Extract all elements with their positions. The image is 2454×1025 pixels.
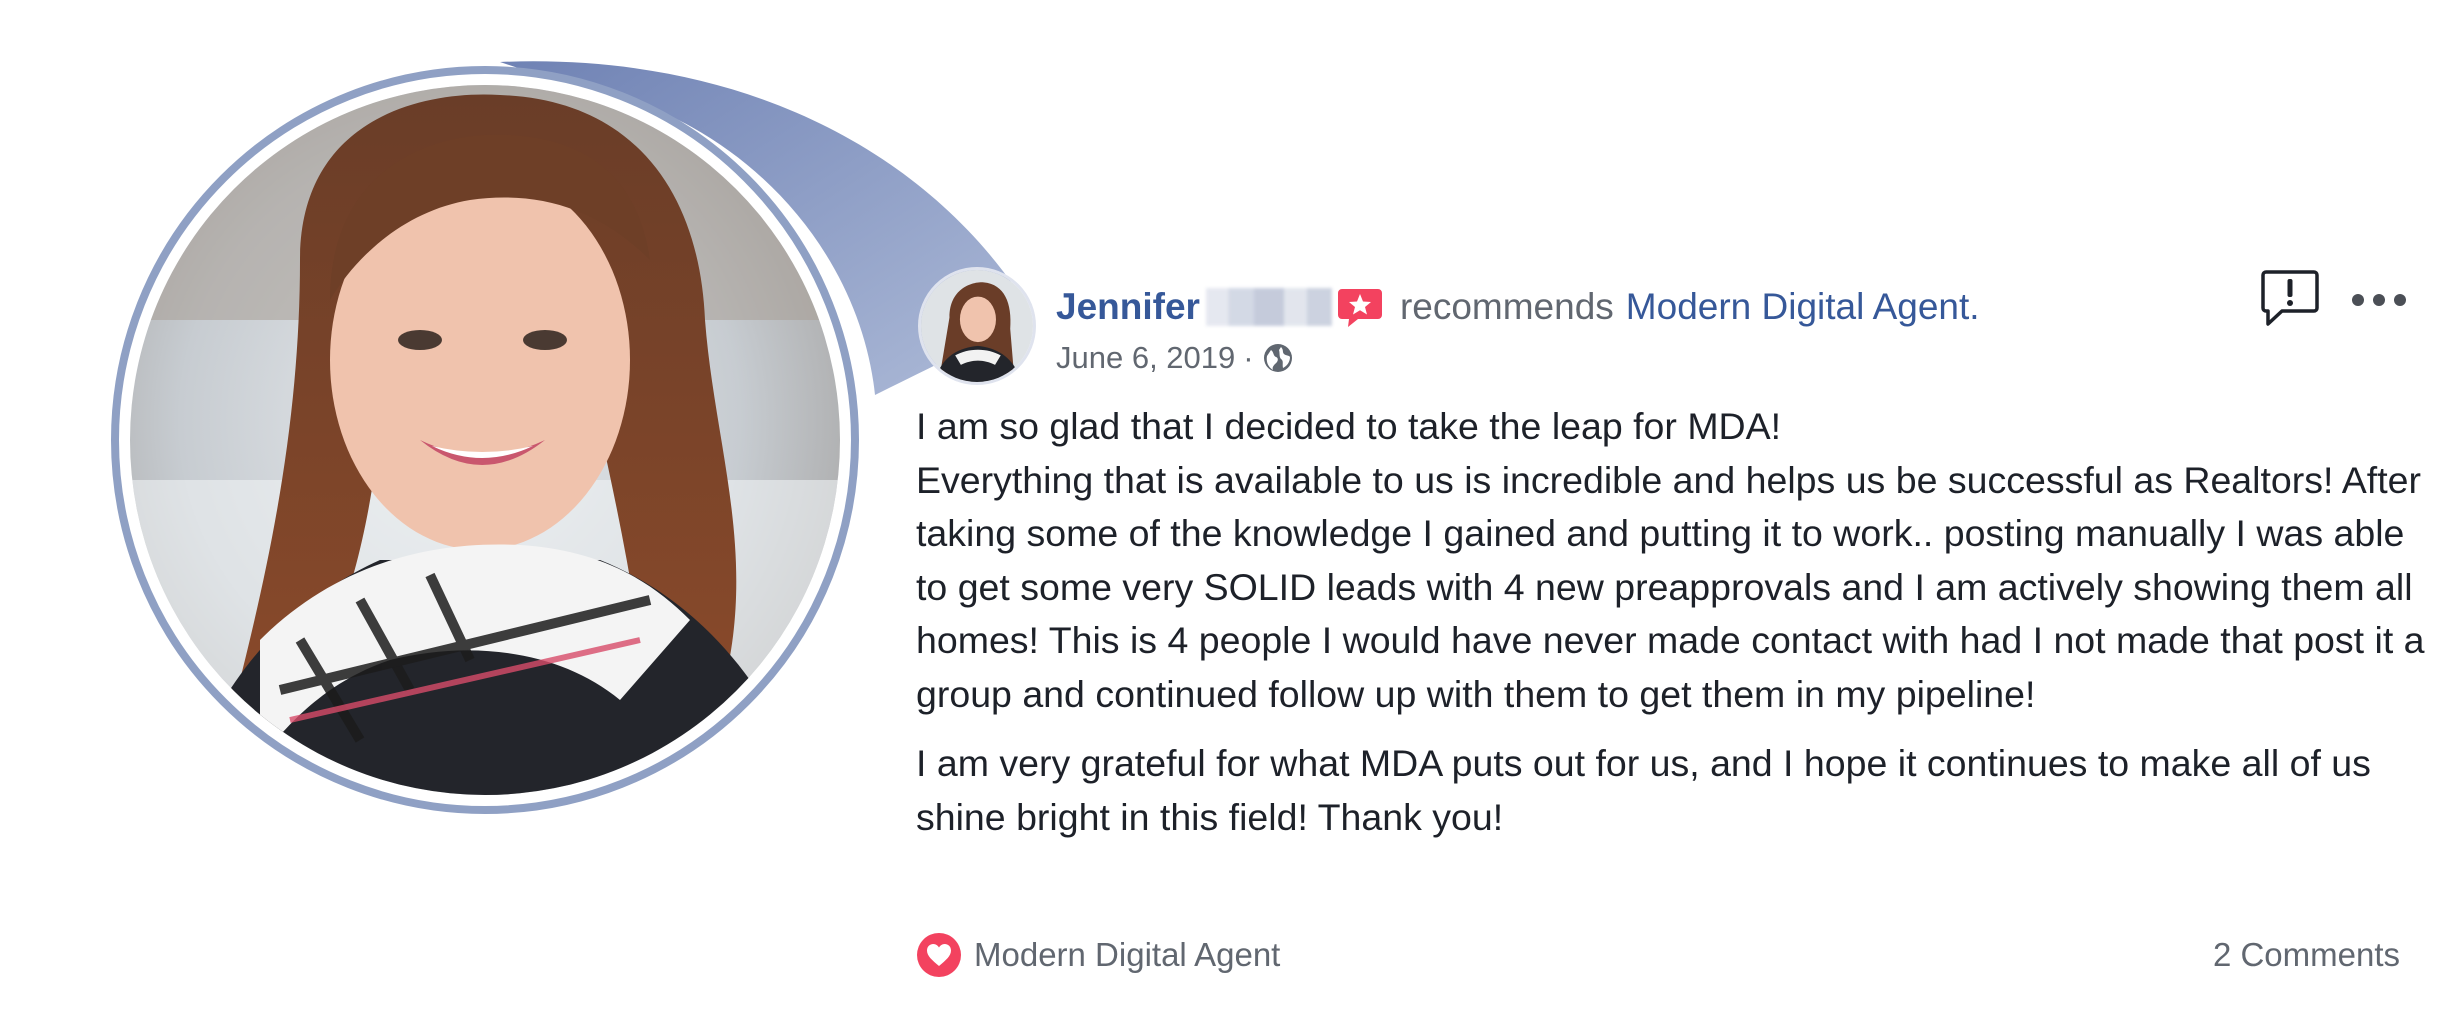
globe-icon[interactable] bbox=[1262, 342, 1294, 374]
post-date-link[interactable]: June 6, 2019 bbox=[1056, 340, 1235, 376]
post-paragraph-1-line-1: I am so glad that I decided to take the … bbox=[916, 405, 2425, 715]
reaction-names[interactable]: Modern Digital Agent bbox=[974, 936, 1280, 974]
post-header: Jennifer recommends Modern Digital Agent… bbox=[1056, 277, 1980, 337]
comments-count-link[interactable]: 2 Comments bbox=[2213, 928, 2400, 982]
page-name-link[interactable]: Modern Digital Agent. bbox=[1626, 286, 1980, 328]
date-separator: · bbox=[1243, 340, 1254, 375]
reaction-summary[interactable]: Modern Digital Agent bbox=[916, 928, 1280, 982]
recommends-text: recommends bbox=[1399, 286, 1614, 327]
post-paragraph-1: I am so glad that I decided to take the … bbox=[916, 400, 2426, 721]
author-avatar[interactable] bbox=[918, 267, 1036, 385]
post-footer: Modern Digital Agent 2 Comments bbox=[916, 928, 2400, 982]
post-body: I am so glad that I decided to take the … bbox=[916, 400, 2426, 844]
screenshot-canvas: Jennifer recommends Modern Digital Agent… bbox=[0, 0, 2454, 1025]
report-icon[interactable] bbox=[2260, 268, 2320, 332]
author-name-link[interactable]: Jennifer bbox=[1056, 286, 1200, 328]
recommend-star-icon bbox=[1336, 283, 1384, 331]
more-options-icon[interactable] bbox=[2348, 286, 2410, 314]
post-meta: June 6, 2019 · bbox=[1056, 336, 1294, 380]
post-paragraph-2: I am very grateful for what MDA puts out… bbox=[916, 742, 2371, 838]
love-heart-icon bbox=[916, 932, 962, 978]
redacted-surname bbox=[1205, 288, 1332, 326]
recommendation-post: Jennifer recommends Modern Digital Agent… bbox=[910, 260, 2425, 1000]
